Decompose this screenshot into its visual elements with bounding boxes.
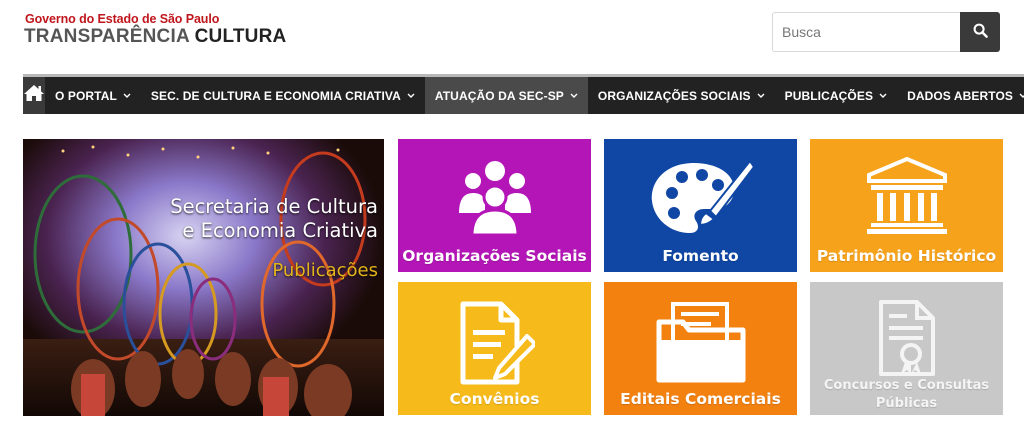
nav-item-label: SEC. DE CULTURA E ECONOMIA CRIATIVA	[150, 88, 401, 103]
main-navigation: O PORTAL SEC. DE CULTURA E ECONOMIA CRIA…	[23, 74, 1024, 114]
nav-item-sec-cultura[interactable]: SEC. DE CULTURA E ECONOMIA CRIATIVA	[141, 77, 425, 114]
hero-subtitle: Publicações	[272, 260, 378, 281]
search-form	[772, 12, 1000, 52]
tile-label-line2: Públicas	[875, 396, 938, 411]
nav-item-dados-abertos[interactable]: DADOS ABERTOS	[897, 77, 1024, 114]
nav-item-atuacao[interactable]: ATUAÇÃO DA SEC-SP	[424, 77, 588, 114]
nav-item-publicacoes[interactable]: PUBLICAÇÕES	[775, 77, 897, 114]
chevron-down-icon	[757, 93, 765, 98]
museum-building-icon	[810, 157, 1003, 235]
nav-item-organizacoes-sociais[interactable]: ORGANIZAÇÕES SOCIAIS	[588, 77, 775, 114]
folder-documents-icon	[604, 300, 797, 384]
hero-title-line2: e Economia Criativa	[182, 219, 378, 242]
logo-main-text: TRANSPARÊNCIA	[24, 26, 195, 47]
chevron-down-icon	[570, 93, 578, 98]
logo-government-text[interactable]: Governo do Estado de São Paulo	[25, 12, 219, 26]
tile-concursos-consultas[interactable]: Concursos e Consultas Públicas	[810, 282, 1003, 415]
hero-banner-publicacoes[interactable]: Secretaria de Cultura e Economia Criativ…	[23, 139, 384, 416]
search-input[interactable]	[772, 12, 960, 52]
nav-item-label: PUBLICAÇÕES	[784, 88, 874, 103]
palette-icon	[604, 157, 797, 239]
tile-organizacoes-sociais[interactable]: Organizações Sociais	[398, 139, 591, 272]
search-icon	[973, 23, 988, 41]
tile-fomento[interactable]: Fomento	[604, 139, 797, 272]
people-group-icon	[398, 157, 591, 235]
tile-label: Organizações Sociais	[402, 247, 587, 265]
nav-item-label: DADOS ABERTOS	[907, 88, 1014, 103]
hero-title: Secretaria de Cultura e Economia Criativ…	[170, 195, 378, 243]
nav-item-label: ORGANIZAÇÕES SOCIAIS	[597, 88, 751, 103]
chevron-down-icon	[879, 93, 887, 98]
nav-home-button[interactable]	[23, 77, 45, 114]
tile-patrimonio-historico[interactable]: Patrimônio Histórico	[810, 139, 1003, 272]
home-icon	[23, 84, 45, 107]
tile-label: Concursos e Consultas Públicas	[810, 377, 1003, 413]
search-button[interactable]	[960, 12, 1000, 52]
nav-item-o-portal[interactable]: O PORTAL	[45, 77, 141, 114]
logo-main-strong: CULTURA	[194, 26, 287, 47]
chevron-down-icon	[123, 93, 131, 98]
tile-label: Fomento	[662, 247, 739, 265]
tile-label: Patrimônio Histórico	[816, 247, 997, 265]
tile-convenios[interactable]: Convênios	[398, 282, 591, 415]
site-logo[interactable]: TRANSPARÊNCIA CULTURA	[24, 26, 286, 48]
chevron-down-icon	[407, 93, 415, 98]
hero-title-line1: Secretaria de Cultura	[170, 195, 378, 218]
site-header: Governo do Estado de São Paulo TRANSPARÊ…	[0, 0, 1024, 74]
nav-item-label: ATUAÇÃO DA SEC-SP	[434, 88, 564, 103]
tile-editais-comerciais[interactable]: Editais Comerciais	[604, 282, 797, 415]
document-edit-icon	[398, 300, 591, 386]
tile-label: Convênios	[449, 390, 540, 408]
certificate-icon	[810, 300, 1003, 376]
nav-item-label: O PORTAL	[55, 88, 117, 103]
tile-label: Editais Comerciais	[620, 390, 781, 408]
tile-label-line1: Concursos e Consultas	[823, 378, 990, 393]
chevron-down-icon	[1019, 93, 1024, 98]
